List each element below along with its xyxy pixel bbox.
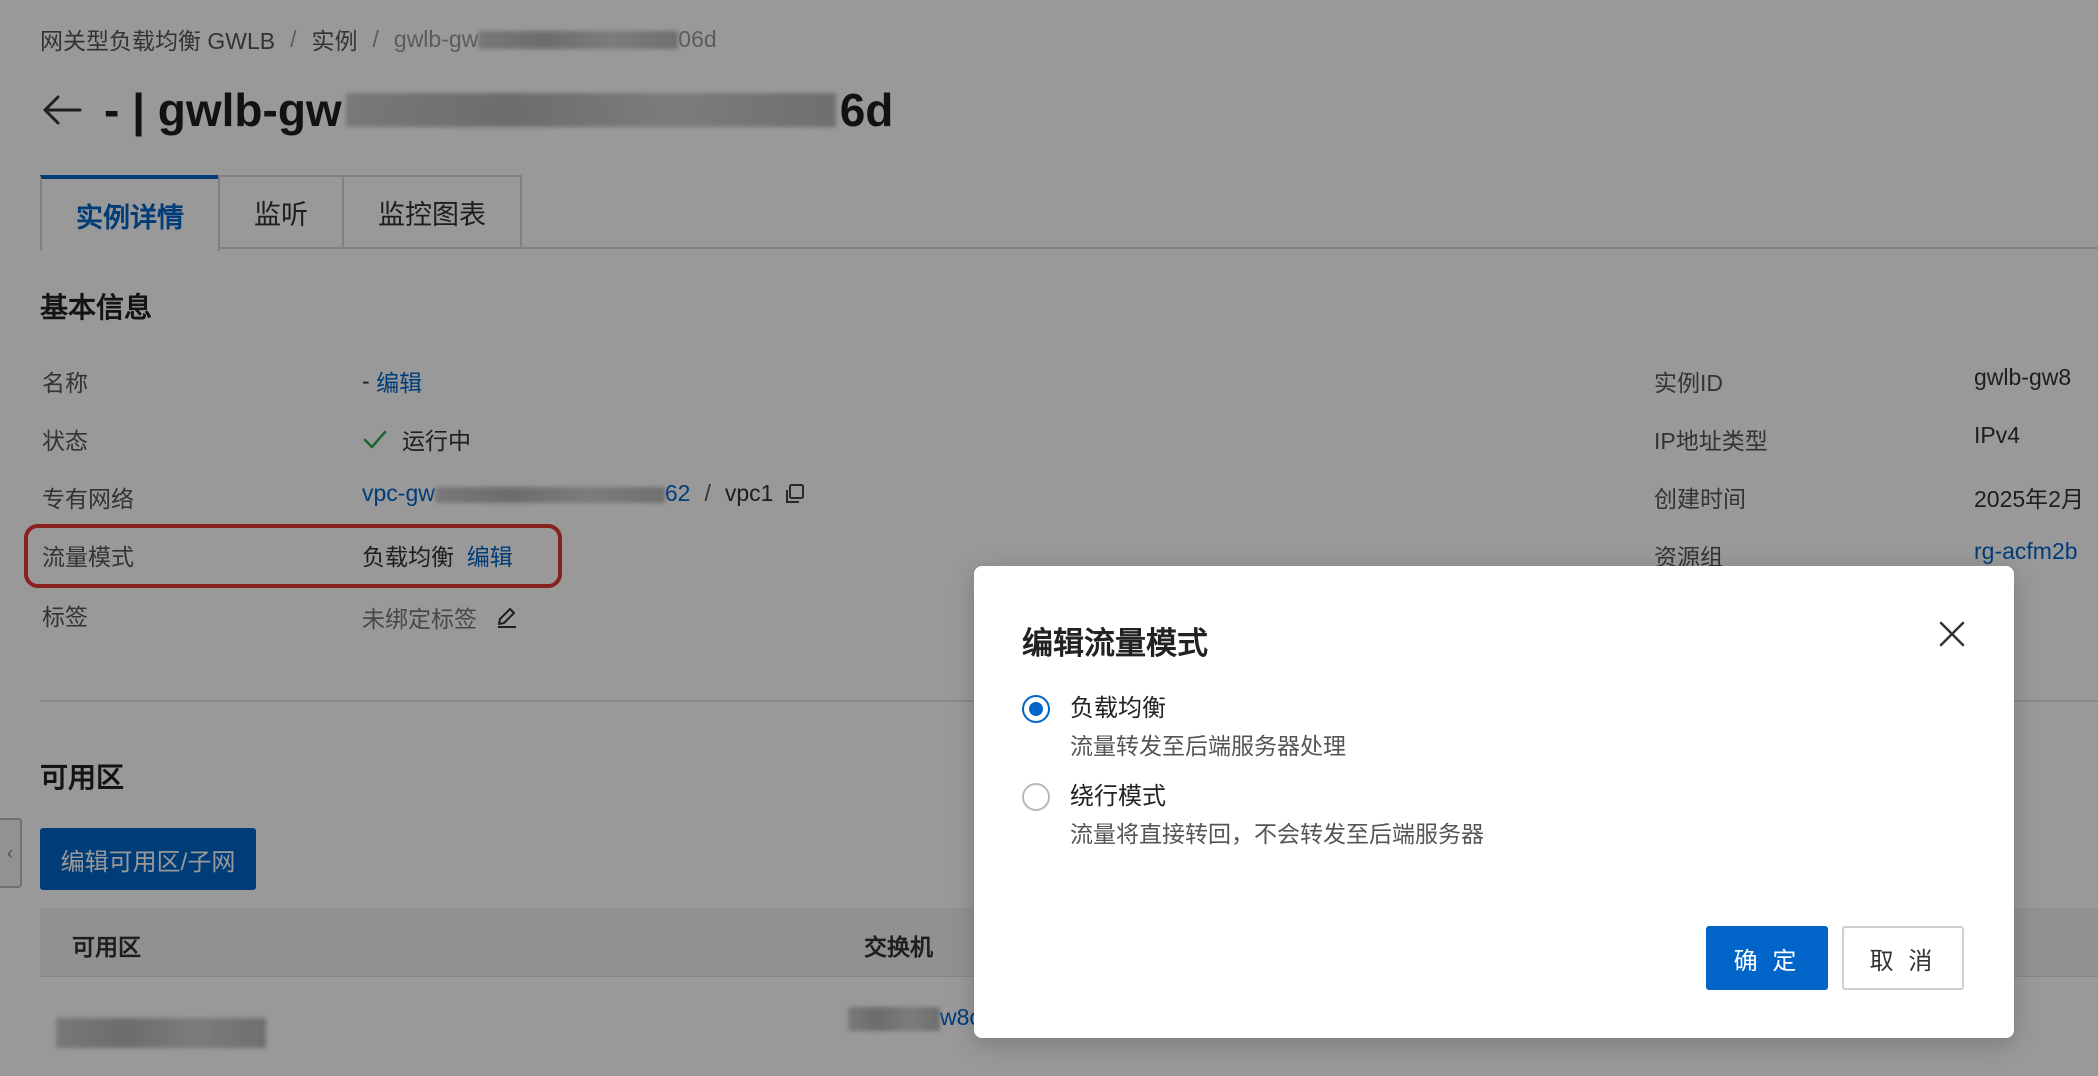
dialog-title: 编辑流量模式	[1022, 626, 1208, 661]
close-icon[interactable]	[1936, 618, 1968, 650]
confirm-button[interactable]: 确 定	[1706, 926, 1828, 990]
radio-bypass[interactable]	[1022, 783, 1050, 811]
edit-traffic-mode-dialog: 编辑流量模式 负载均衡 流量转发至后端服务器处理 绕行模式 流量将直接转回，不会…	[974, 566, 2014, 1038]
option-description: 流量将直接转回，不会转发至后端服务器	[1070, 821, 1484, 847]
option-label: 绕行模式	[1070, 783, 1166, 810]
option-description: 流量转发至后端服务器处理	[1070, 733, 1346, 759]
cancel-button[interactable]: 取 消	[1842, 926, 1964, 990]
option-bypass[interactable]: 绕行模式 流量将直接转回，不会转发至后端服务器	[1022, 782, 1484, 848]
option-load-balance[interactable]: 负载均衡 流量转发至后端服务器处理	[1022, 694, 1346, 760]
option-label: 负载均衡	[1070, 695, 1166, 722]
radio-load-balance[interactable]	[1022, 695, 1050, 723]
